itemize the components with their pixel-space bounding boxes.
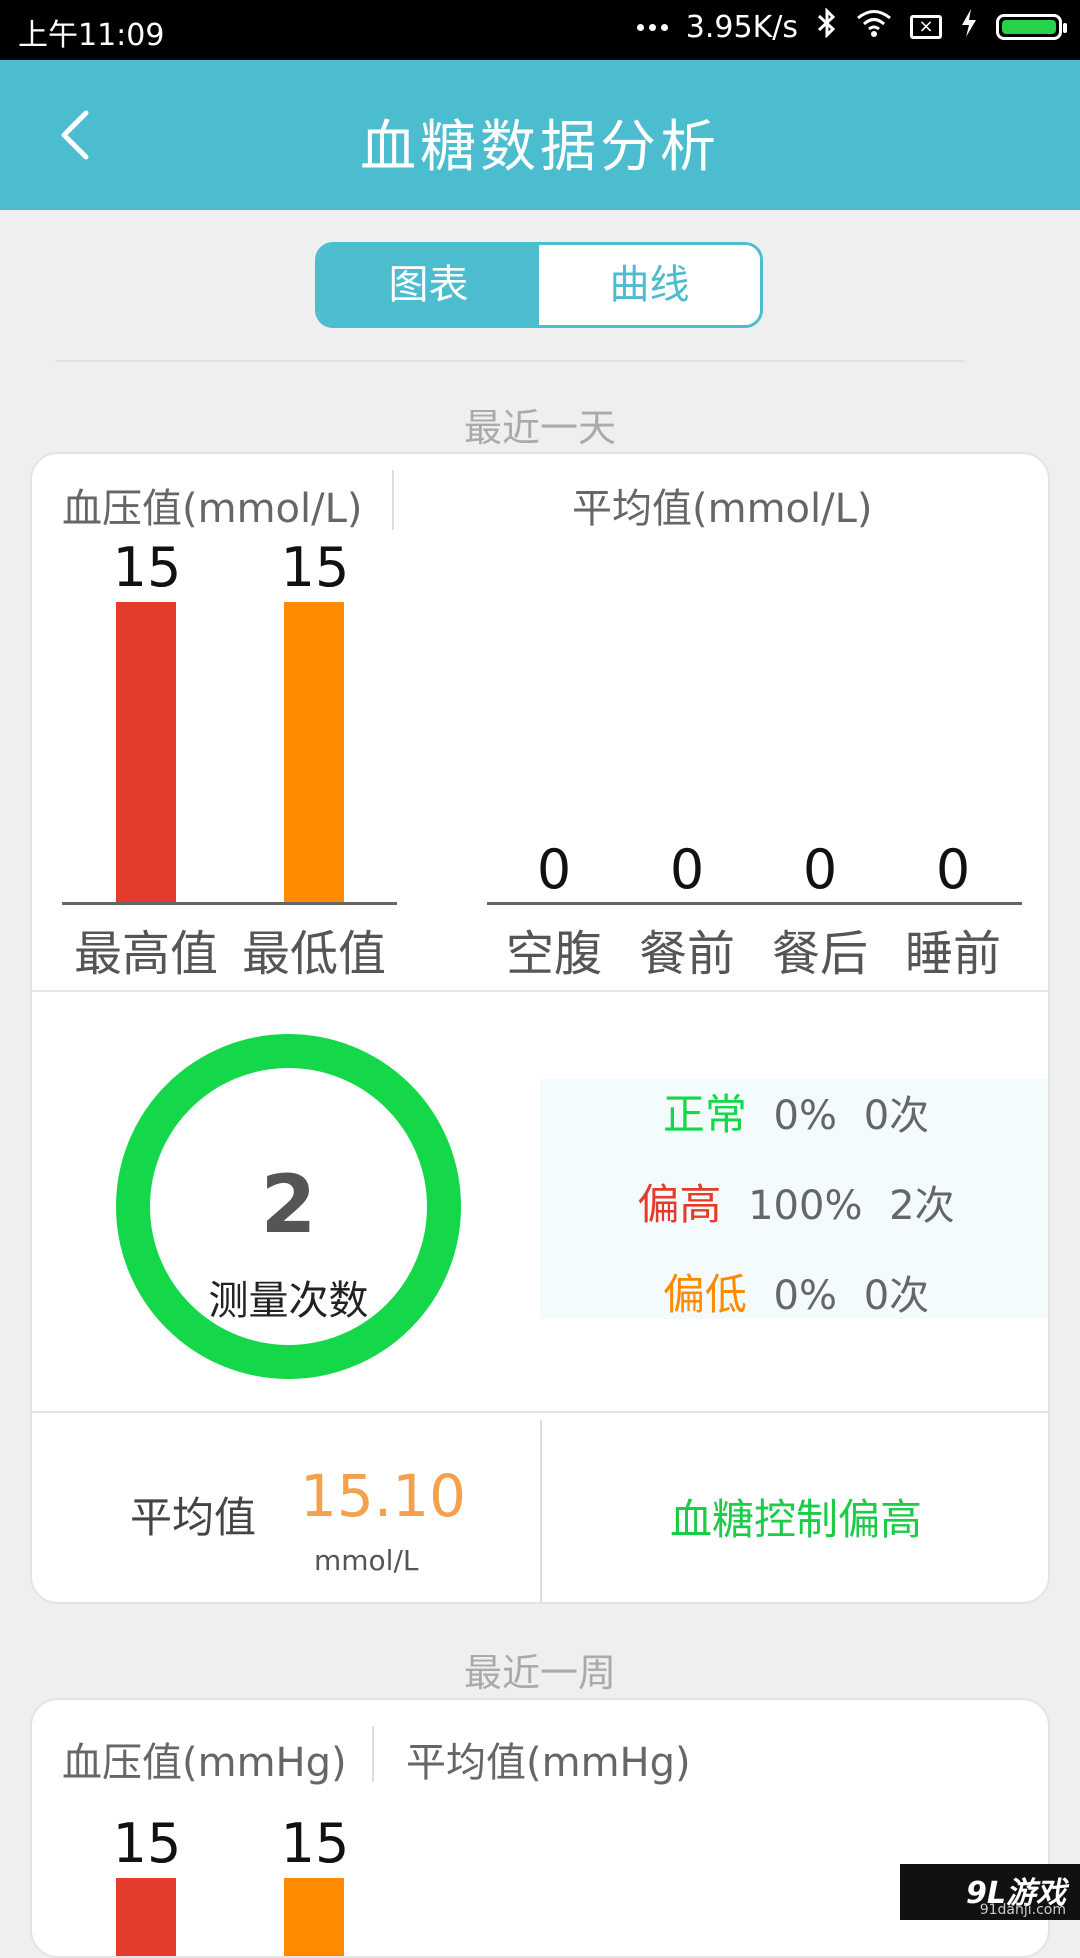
right-chart-title: 平均值(mmol/L) (572, 486, 873, 532)
section-label-day: 最近一天 (463, 406, 616, 450)
bar-value-fasting: 0 (536, 838, 572, 901)
tab-curve[interactable]: 曲线 (539, 245, 760, 325)
tab-chart[interactable]: 图表 (318, 245, 539, 325)
no-sim-icon: × (910, 15, 942, 39)
x-axis-right (487, 902, 1022, 905)
stat-percent-low: 0% (773, 1273, 838, 1319)
week-bar-min (284, 1878, 344, 1956)
stat-times-high: 2次 (889, 1183, 955, 1229)
divider (55, 360, 965, 362)
network-speed: 3.95K/s (685, 9, 798, 45)
bar-value-max: 15 (112, 536, 182, 599)
week-bar-max (116, 1878, 176, 1956)
bar-value-min: 15 (280, 536, 350, 599)
stat-percent-normal: 0% (773, 1093, 838, 1139)
watermark: 9L游戏 91danji.com (900, 1864, 1080, 1920)
status-time: 上午11:09 (18, 18, 165, 53)
bar-value-before-meal: 0 (669, 838, 705, 901)
category-min: 最低值 (241, 926, 386, 982)
status-breakdown: 正常 0% 0次 偏高 100% 2次 偏低 0% 0次 (540, 1079, 1048, 1322)
view-switcher: 图表 曲线 (315, 242, 763, 328)
stat-row-normal: 正常 0% 0次 (540, 1081, 1048, 1142)
bar-value-bedtime: 0 (935, 838, 971, 901)
battery-icon (996, 14, 1067, 40)
stat-times-low: 0次 (863, 1273, 930, 1319)
week-left-chart-title: 血压值(mmHg) (62, 1740, 347, 1786)
glucose-verdict: 血糖控制偏高 (669, 1495, 922, 1544)
bar-max (116, 602, 176, 902)
status-icons: 3.95K/s × (636, 7, 1067, 46)
average-label: 平均值 (130, 1493, 257, 1542)
stat-label-normal: 正常 (662, 1090, 747, 1139)
day-summary-card: 血压值(mmol/L) 平均值(mmol/L) 15 15 最高值 最低值 0 … (30, 452, 1050, 1604)
measure-count-ring: 2 测量次数 (116, 1034, 461, 1379)
week-bar-value-max: 15 (112, 1812, 182, 1875)
week-title-divider (372, 1726, 374, 1782)
stat-times-normal: 0次 (863, 1093, 930, 1139)
average-value: 15.10 (300, 1462, 467, 1530)
category-max: 最高值 (73, 926, 218, 982)
stat-percent-high: 100% (748, 1183, 863, 1229)
week-bar-value-min: 15 (280, 1812, 350, 1875)
charging-icon (960, 8, 978, 46)
measure-count: 2 (260, 1158, 317, 1251)
title-divider (392, 470, 394, 530)
week-summary-card: 血压值(mmHg) 平均值(mmHg) 15 15 (30, 1698, 1050, 1958)
x-axis-left (62, 902, 397, 905)
measure-count-label: 测量次数 (208, 1278, 369, 1324)
wifi-icon (856, 9, 892, 45)
status-bar: 上午11:09 3.95K/s × (0, 0, 1080, 60)
average-unit: mmol/L (314, 1544, 419, 1577)
left-chart-title: 血压值(mmol/L) (62, 486, 363, 532)
stat-label-high: 偏高 (637, 1180, 722, 1229)
bluetooth-icon (816, 7, 838, 46)
bar-min (284, 602, 344, 902)
watermark-site: 91danji.com (979, 1902, 1066, 1918)
bar-value-after-meal: 0 (802, 838, 838, 901)
more-dots-icon (636, 23, 668, 31)
section-divider (32, 990, 1048, 992)
stat-row-low: 偏低 0% 0次 (540, 1261, 1048, 1322)
app-bar: 血糖数据分析 (0, 60, 1080, 210)
section-divider (32, 1411, 1048, 1413)
category-bedtime: 睡前 (904, 926, 1001, 982)
week-right-chart-title: 平均值(mmHg) (406, 1740, 691, 1786)
stat-label-low: 偏低 (662, 1270, 747, 1319)
page-title: 血糖数据分析 (360, 115, 720, 180)
section-label-week: 最近一周 (463, 1651, 616, 1695)
stat-row-high: 偏高 100% 2次 (540, 1171, 1048, 1232)
